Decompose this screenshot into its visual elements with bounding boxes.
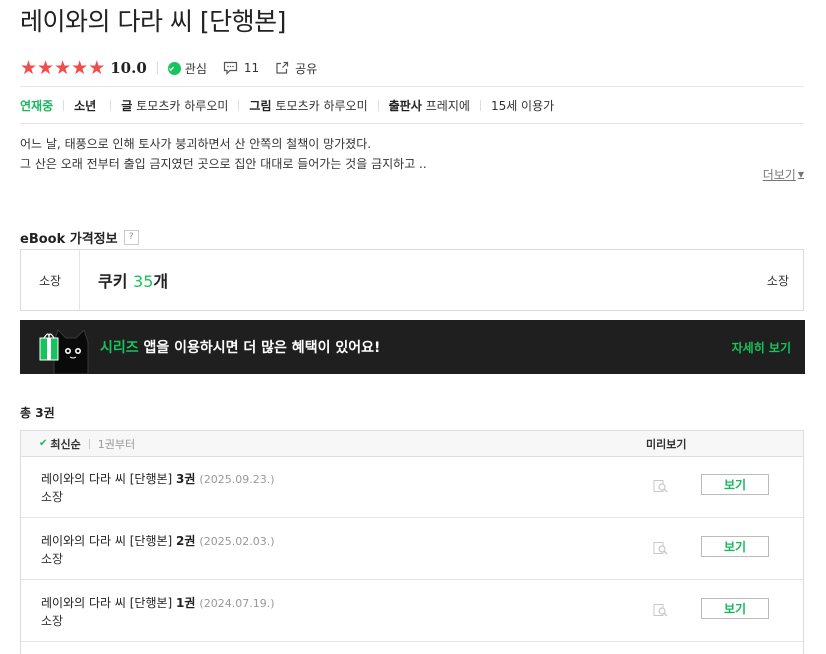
volume-status: 소장 [41, 552, 64, 566]
divider [156, 62, 158, 74]
star-icon: ★ [54, 56, 72, 79]
divider [63, 99, 65, 111]
description: 어느 날, 태풍으로 인해 토사가 붕괴하면서 산 안쪽의 철책이 망가졌다. … [20, 134, 427, 174]
writer-link[interactable]: 토모츠카 하루오미 [136, 97, 228, 114]
genre-label: 소년 [74, 98, 97, 113]
price-unit: 개 [153, 272, 169, 291]
status-badge: 연재중 [20, 98, 54, 113]
cat-mascot-icon [36, 320, 96, 374]
volume-title[interactable]: 레이와의 다라 씨 [단행본] 1권 (2024.07.19.) [41, 594, 274, 611]
volume-date: (2025.02.03.) [199, 535, 275, 548]
volume-date: (2024.07.19.) [199, 597, 275, 610]
price-box: 소장 쿠키 35개 소장 [20, 249, 804, 311]
publisher-label: 출판사 [388, 98, 422, 113]
description-line: 그 산은 오래 전부터 출입 금지였던 곳으로 집안 대대로 들어가는 것을 금… [20, 157, 427, 171]
info-row: 연재중 소년 글 토모츠카 하루오미 그림 토모츠카 하루오미 출판사 프레지에… [20, 86, 804, 124]
volume-title-text: 레이와의 다라 씨 [단행본] [41, 534, 177, 548]
preview-column-header: 미리보기 [646, 437, 687, 451]
comment-count: 11 [243, 61, 260, 75]
description-line: 어느 날, 태풍으로 인해 토사가 붕괴하면서 산 안쪽의 철책이 망가졌다. [20, 137, 372, 151]
star-rating: ★ ★ ★ ★ ★ [20, 56, 106, 79]
app-promo-banner[interactable]: 시리즈 앱을 이용하시면 더 많은 혜택이 있어요! 자세히 보기 [20, 320, 805, 374]
publisher-link[interactable]: 프레지에 [426, 97, 470, 114]
star-icon: ★ [71, 56, 89, 79]
price: 쿠키 35개 [98, 268, 168, 292]
preview-icon[interactable] [653, 541, 669, 555]
preview-icon[interactable] [653, 603, 669, 617]
artist-label: 그림 [249, 98, 272, 113]
ebook-label: eBook 가격정보 [20, 232, 118, 247]
price-type: 소장 [766, 273, 789, 288]
divider [377, 99, 379, 111]
volume-number: 2권 [176, 534, 196, 548]
volume-status: 소장 [41, 614, 64, 628]
genre-link[interactable]: 소년 [74, 97, 100, 114]
preview-icon[interactable] [653, 479, 669, 493]
more-label: 더보기 [762, 168, 796, 182]
ebook-section-title: eBook 가격정보 ? [20, 228, 139, 247]
share-button[interactable]: 공유 [275, 60, 317, 77]
comment-icon [223, 61, 237, 75]
volume-title[interactable]: 레이와의 다라 씨 [단행본] 2권 (2025.02.03.) [41, 532, 274, 549]
volume-status: 소장 [41, 490, 64, 504]
volume-list: 레이와의 다라 씨 [단행본] 3권 (2025.09.23.) 소장 보기 레이… [20, 456, 804, 654]
volume-number: 1권 [176, 596, 196, 610]
check-circle-icon [167, 61, 181, 75]
rating-value: 10.0 [110, 59, 147, 77]
interest-button[interactable]: 관심 [167, 60, 207, 77]
banner-message: 앱을 이용하시면 더 많은 혜택이 있어요! [138, 340, 381, 356]
star-icon: ★ [88, 56, 106, 79]
star-icon: ★ [37, 56, 55, 79]
comment-button[interactable]: 11 [223, 61, 259, 75]
view-button[interactable]: 보기 [701, 536, 769, 557]
total-count: 총 3권 [20, 406, 55, 420]
page-title: 레이와의 다라 씨 [단행본] [20, 7, 286, 36]
artist-link[interactable]: 토모츠카 하루오미 [276, 97, 368, 114]
volume-title[interactable]: 레이와의 다라 씨 [단행본] 3권 (2025.09.23.) [41, 470, 274, 487]
age-rating: 15세 이용가 [490, 98, 555, 113]
divider [479, 99, 481, 111]
volume-date: (2025.09.23.) [199, 473, 275, 486]
sort-first-button[interactable]: 1권부터 [98, 436, 135, 452]
banner-brand: 시리즈 [100, 340, 139, 356]
sort-latest-button[interactable]: ✔ 최신순 [39, 436, 81, 452]
list-header: ✔ 최신순 1권부터 미리보기 [20, 430, 804, 457]
list-item: 레이와의 다라 씨 [단행본] 1권 (2024.07.19.) 소장 보기 [21, 580, 803, 642]
volume-title-text: 레이와의 다라 씨 [단행본] [41, 472, 177, 486]
writer-label: 글 [121, 98, 133, 113]
interest-label: 관심 [184, 61, 207, 76]
price-value: 35 [133, 272, 154, 291]
price-prefix: 쿠키 [98, 272, 134, 291]
volume-number: 3권 [176, 472, 196, 486]
banner-detail-link[interactable]: 자세히 보기 [732, 339, 791, 356]
share-icon [276, 61, 289, 74]
divider [88, 438, 90, 449]
view-button[interactable]: 보기 [701, 474, 769, 495]
meta-row: ★ ★ ★ ★ ★ 10.0 관심 11 공유 [20, 58, 317, 78]
view-button[interactable]: 보기 [701, 598, 769, 619]
list-item: 레이와의 다라 씨 [단행본] 3권 (2025.09.23.) 소장 보기 [21, 456, 803, 518]
caret-down-icon: ▼ [797, 170, 804, 179]
divider [110, 99, 112, 111]
divider [238, 99, 240, 111]
help-icon[interactable]: ? [123, 230, 139, 245]
more-button[interactable]: 더보기 ▼ [763, 166, 804, 183]
volume-title-text: 레이와의 다라 씨 [단행본] [41, 596, 177, 610]
list-item: 레이와의 다라 씨 [단행본] 2권 (2025.02.03.) 소장 보기 [21, 518, 803, 580]
own-tab: 소장 [21, 250, 80, 310]
banner-text: 시리즈 앱을 이용하시면 더 많은 혜택이 있어요! [100, 337, 380, 357]
share-label: 공유 [295, 61, 318, 76]
sort-latest-label: 최신순 [50, 437, 81, 451]
star-icon: ★ [20, 56, 38, 79]
checkmark-icon: ✔ [39, 438, 48, 449]
